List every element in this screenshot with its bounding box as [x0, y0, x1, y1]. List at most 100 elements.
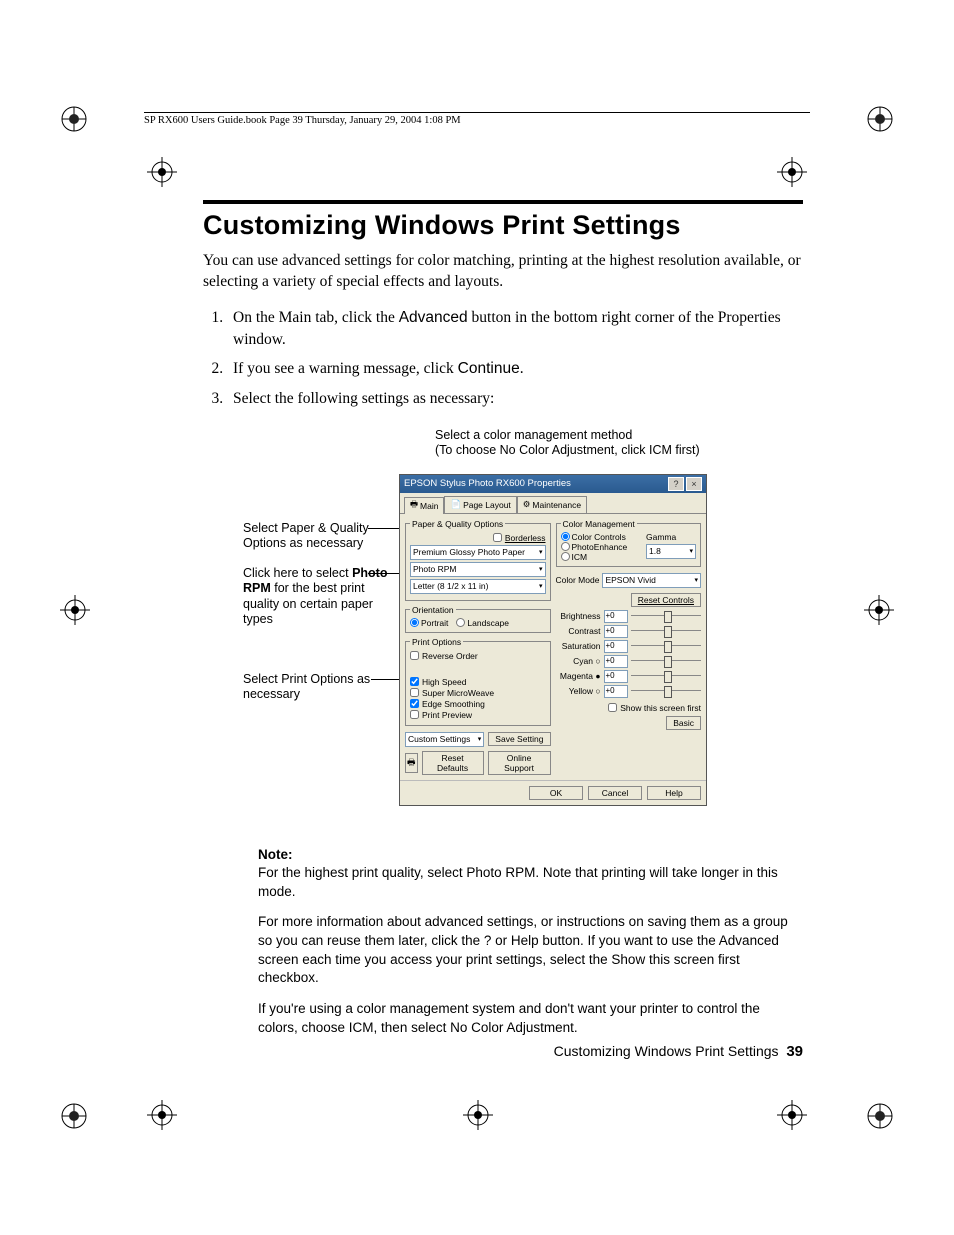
callout-photo-rpm: Click here to select Photo RPM for the b… — [243, 566, 393, 629]
slider-value[interactable]: +0 — [604, 685, 628, 698]
portrait-radio[interactable] — [410, 618, 419, 627]
icm-radio[interactable] — [561, 552, 570, 561]
step-text: . — [520, 360, 524, 377]
slider-label: Brightness — [556, 611, 601, 621]
borderless-checkbox[interactable] — [493, 533, 502, 542]
print-options-group: Print Options Reverse Order High Speed S… — [405, 637, 551, 726]
microweave-checkbox[interactable] — [410, 688, 419, 697]
printer-icon: 🖶 — [410, 499, 418, 513]
step-1: On the Main tab, click the Advanced butt… — [227, 307, 803, 350]
gamma-dropdown[interactable]: 1.8 — [646, 544, 696, 559]
save-setting-button[interactable]: Save Setting — [488, 732, 550, 746]
online-support-button[interactable]: Online Support — [488, 751, 551, 775]
size-dropdown[interactable]: Letter (8 1/2 x 11 in) — [410, 579, 546, 594]
color-mode-label: Color Mode — [556, 575, 600, 585]
step-text-bold: Advanced — [399, 309, 468, 326]
cyan-slider[interactable] — [631, 656, 702, 666]
saturation-slider[interactable] — [631, 641, 702, 651]
slider-label: Contrast — [556, 626, 601, 636]
show-first-checkbox[interactable] — [608, 703, 617, 712]
registration-mark-icon — [60, 595, 90, 625]
dropdown-value: Photo RPM — [413, 564, 456, 574]
color-mode-dropdown[interactable]: EPSON Vivid — [602, 573, 701, 588]
checkbox-label: Reverse Order — [422, 651, 478, 661]
callout-print-options: Select Print Options as necessary — [243, 672, 393, 703]
step-3: Select the following settings as necessa… — [227, 388, 803, 410]
slider-value[interactable]: +0 — [604, 670, 628, 683]
tab-page-layout[interactable]: 📄Page Layout — [444, 496, 516, 513]
dropdown-value: Letter (8 1/2 x 11 in) — [413, 581, 488, 591]
checkbox-label: High Speed — [422, 677, 466, 687]
caption-bold: No Color Adjustment — [500, 443, 615, 457]
high-speed-checkbox[interactable] — [410, 677, 419, 686]
yellow-slider[interactable] — [631, 686, 702, 696]
paper-quality-group: Paper & Quality Options Borderless Premi… — [405, 519, 551, 601]
crop-mark-icon — [866, 105, 894, 133]
registration-mark-icon — [777, 1100, 807, 1130]
group-label: Orientation — [410, 605, 456, 615]
edge-smoothing-checkbox[interactable] — [410, 699, 419, 708]
custom-settings-dropdown[interactable]: Custom Settings — [405, 732, 484, 747]
properties-dialog: EPSON Stylus Photo RX600 Properties ? × … — [399, 474, 707, 806]
slider-value[interactable]: +0 — [604, 625, 628, 638]
basic-button[interactable]: Basic — [666, 716, 701, 730]
media-dropdown[interactable]: Premium Glossy Photo Paper — [410, 545, 546, 560]
print-preview-checkbox[interactable] — [410, 710, 419, 719]
checkbox-label: Edge Smoothing — [422, 699, 485, 709]
registration-mark-icon — [463, 1100, 493, 1130]
caption-text: , click — [614, 443, 649, 457]
slider-label: Cyan ○ — [556, 656, 601, 666]
color-management-group: Color Management Color Controls PhotoEnh… — [556, 519, 702, 567]
reverse-order-checkbox[interactable] — [410, 651, 419, 660]
note-text: , then select — [374, 1020, 451, 1035]
caption-text: first) — [672, 443, 700, 457]
photoenhance-radio[interactable] — [561, 542, 570, 551]
dropdown-value: EPSON Vivid — [605, 575, 655, 585]
figure-caption-top: Select a color management method (To cho… — [435, 428, 700, 459]
reset-controls-button[interactable]: Reset Controls — [631, 593, 701, 607]
callout-text: Click here to select — [243, 566, 352, 580]
ok-button[interactable]: OK — [529, 786, 583, 800]
cancel-button[interactable]: Cancel — [588, 786, 642, 800]
orientation-group: Orientation Portrait Landscape — [405, 605, 551, 633]
help-button[interactable]: Help — [647, 786, 701, 800]
close-icon[interactable]: × — [686, 477, 702, 491]
slider-value[interactable]: +0 — [604, 610, 628, 623]
radio-label: Portrait — [421, 618, 448, 628]
intro-text: You can use advanced settings for color … — [203, 251, 803, 293]
reset-defaults-button[interactable]: Reset Defaults — [422, 751, 484, 775]
color-controls-radio[interactable] — [561, 532, 570, 541]
magenta-slider[interactable] — [631, 671, 702, 681]
crop-mark-icon — [60, 105, 88, 133]
radio-label: ICM — [572, 552, 588, 562]
brightness-slider[interactable] — [631, 611, 702, 621]
tab-maintenance[interactable]: ⚙Maintenance — [517, 496, 587, 513]
caption-line: Select a color management method — [435, 428, 632, 442]
tab-label: Maintenance — [532, 500, 581, 510]
dropdown-value: Premium Glossy Photo Paper — [413, 547, 525, 557]
tab-row: 🖶Main 📄Page Layout ⚙Maintenance — [400, 493, 706, 513]
radio-label: Color Controls — [572, 532, 626, 542]
quality-dropdown[interactable]: Photo RPM — [410, 562, 546, 577]
crop-mark-icon — [866, 1102, 894, 1130]
note-text: For the highest print quality, select — [258, 865, 466, 880]
steps-list: On the Main tab, click the Advanced butt… — [203, 307, 803, 410]
tab-label: Main — [420, 501, 438, 511]
checkbox-label: Print Preview — [422, 710, 472, 720]
slider-value[interactable]: +0 — [604, 655, 628, 668]
caption-text: (To choose — [435, 443, 500, 457]
note-text: . — [574, 1020, 578, 1035]
checkbox-label: Show this screen first — [620, 703, 701, 713]
help-icon[interactable]: ? — [668, 477, 684, 491]
group-label: Paper & Quality Options — [410, 519, 505, 529]
tab-main[interactable]: 🖶Main — [404, 497, 444, 514]
callout-paper-quality: Select Paper & Quality Options as necess… — [243, 521, 393, 552]
registration-mark-icon — [147, 1100, 177, 1130]
slider-value[interactable]: +0 — [604, 640, 628, 653]
layout-icon: 📄 — [450, 499, 461, 510]
landscape-radio[interactable] — [456, 618, 465, 627]
step-2: If you see a warning message, click Cont… — [227, 358, 803, 380]
note-bold: Show this screen first — [611, 952, 739, 967]
contrast-slider[interactable] — [631, 626, 702, 636]
note-bold: ICM — [349, 1020, 374, 1035]
